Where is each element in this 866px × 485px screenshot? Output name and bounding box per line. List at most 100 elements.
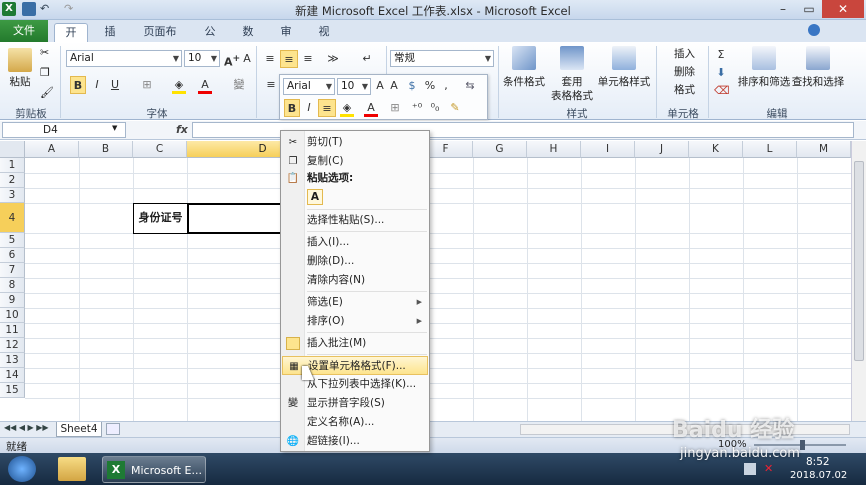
tab-page-layout[interactable]: 页面布局	[132, 23, 188, 56]
cell-styles-icon[interactable]	[612, 46, 636, 70]
name-box-dropdown-icon[interactable]: ▼	[112, 124, 117, 132]
align-bottom-icon[interactable]: ≡	[300, 50, 316, 68]
format-as-table-icon[interactable]	[560, 46, 584, 70]
conditional-formatting-icon[interactable]	[512, 46, 536, 70]
mini-font-select[interactable]: Arial ▼	[283, 78, 335, 95]
format-as-table-label-1[interactable]: 套用	[552, 74, 592, 89]
cut-icon[interactable]: ✂	[40, 46, 49, 59]
row-header[interactable]: 15	[0, 383, 25, 398]
mini-format-painter-icon[interactable]: ⇆	[456, 77, 484, 95]
name-box[interactable]: D4	[2, 122, 126, 138]
column-header[interactable]: B	[79, 141, 133, 158]
orientation-icon[interactable]: ≫	[322, 50, 344, 68]
find-select-icon[interactable]	[806, 46, 830, 70]
close-icon[interactable]: ✕	[822, 0, 864, 18]
mini-font-color-icon[interactable]: A	[364, 99, 378, 117]
column-header[interactable]: I	[581, 141, 635, 158]
align-top-icon[interactable]: ≡	[262, 50, 278, 68]
mini-brush-icon[interactable]: ✎	[448, 99, 462, 117]
phonetic-icon[interactable]: 變	[232, 76, 246, 94]
insert-cells-button[interactable]: 插入	[660, 46, 700, 61]
column-header[interactable]: K	[689, 141, 743, 158]
menu-item-define-name[interactable]: 定义名称(A)...	[282, 413, 428, 432]
mini-italic-button[interactable]: I	[302, 99, 316, 117]
tab-insert[interactable]: 插入	[92, 23, 128, 56]
mini-center-icon[interactable]: ≡	[318, 99, 336, 117]
mini-shrink-font-icon[interactable]: A	[388, 77, 400, 95]
tab-view[interactable]: 视图	[306, 23, 342, 56]
row-header[interactable]: 13	[0, 353, 25, 368]
menu-item-paste-special[interactable]: 选择性粘贴(S)...	[282, 211, 428, 230]
tab-formulas[interactable]: 公式	[192, 23, 228, 56]
autosum-icon[interactable]: Σ	[714, 46, 728, 64]
format-cells-button[interactable]: 格式	[660, 82, 700, 97]
insert-function-button[interactable]: fx	[176, 123, 188, 136]
align-left-icon[interactable]: ≡	[264, 76, 278, 94]
maximize-icon[interactable]: ▭	[796, 0, 822, 18]
row-header[interactable]: 6	[0, 248, 25, 263]
row-header[interactable]: 1	[0, 158, 25, 173]
tab-review[interactable]: 审阅	[268, 23, 304, 56]
fill-icon[interactable]: ⬇	[714, 64, 728, 82]
mini-comma-button[interactable]: ,	[440, 77, 452, 95]
mini-grow-font-icon[interactable]: A	[374, 77, 386, 95]
underline-button[interactable]: U	[108, 76, 122, 94]
help-icon[interactable]	[808, 24, 820, 36]
shrink-font-icon[interactable]: A	[240, 50, 254, 68]
row-header[interactable]: 14	[0, 368, 25, 383]
menu-item-phonetic[interactable]: 變显示拼音字段(S)	[282, 394, 428, 413]
scroll-thumb[interactable]	[854, 161, 864, 361]
clear-icon[interactable]: ⌫	[714, 82, 730, 100]
file-explorer-icon[interactable]	[58, 457, 86, 481]
row-header[interactable]: 2	[0, 173, 25, 188]
mini-decrease-decimal-icon[interactable]: ⁰₀	[428, 99, 442, 117]
bold-button[interactable]: B	[70, 76, 86, 94]
zoom-slider-thumb[interactable]	[800, 440, 805, 450]
menu-item-insert[interactable]: 插入(I)...	[282, 233, 428, 252]
row-header[interactable]: 4	[0, 203, 25, 233]
sheet-tab[interactable]: Sheet4	[56, 422, 102, 437]
row-header[interactable]: 9	[0, 293, 25, 308]
column-header[interactable]: C	[133, 141, 187, 158]
menu-item-hyperlink[interactable]: 🌐 超链接(I)...	[282, 432, 428, 451]
menu-item-filter[interactable]: 筛选(E) ▶	[282, 293, 428, 312]
column-header[interactable]: J	[635, 141, 689, 158]
number-format-select[interactable]: 常规 ▼	[390, 50, 494, 67]
mini-fill-color-icon[interactable]: ◈	[340, 99, 354, 117]
column-header[interactable]: L	[743, 141, 797, 158]
mini-percent-button[interactable]: %	[424, 77, 436, 95]
fill-color-icon[interactable]: ◈	[172, 76, 186, 94]
font-name-select[interactable]: Arial ▼	[66, 50, 182, 67]
worksheet-grid[interactable]: A B C D E F G H I J K L M 1 2 3 4 5 6 7 …	[0, 141, 866, 425]
row-header[interactable]: 7	[0, 263, 25, 278]
grow-font-icon[interactable]: A+	[224, 50, 240, 69]
sort-filter-icon[interactable]	[752, 46, 776, 70]
row-header[interactable]: 5	[0, 233, 25, 248]
column-header[interactable]: M	[797, 141, 851, 158]
menu-item-clear-contents[interactable]: 清除内容(N)	[282, 271, 428, 290]
sort-filter-button[interactable]: 排序和筛选	[734, 74, 794, 89]
tab-data[interactable]: 数据	[230, 23, 266, 56]
conditional-formatting-button[interactable]: 条件格式	[500, 74, 548, 89]
format-as-table-label-2[interactable]: 表格格式	[544, 88, 600, 103]
format-painter-icon[interactable]: 🖌	[40, 86, 54, 99]
border-icon[interactable]: ⊞	[140, 76, 154, 94]
find-select-button[interactable]: 查找和选择	[790, 74, 846, 89]
delete-cells-button[interactable]: 删除	[660, 64, 700, 79]
menu-item-insert-comment[interactable]: 插入批注(M)	[282, 334, 428, 353]
row-header[interactable]: 10	[0, 308, 25, 323]
mini-size-select[interactable]: 10 ▼	[337, 78, 371, 95]
row-header[interactable]: 11	[0, 323, 25, 338]
menu-item-cut[interactable]: ✂ 剪切(T)	[282, 133, 428, 152]
tab-home[interactable]: 开始	[54, 23, 88, 57]
mini-increase-decimal-icon[interactable]: ⁺⁰	[410, 99, 424, 117]
italic-button[interactable]: I	[90, 76, 104, 94]
volume-muted-icon[interactable]: ✕	[764, 463, 776, 475]
font-size-select[interactable]: 10 ▼	[184, 50, 220, 67]
tab-file[interactable]: 文件	[0, 20, 48, 42]
menu-item-delete[interactable]: 删除(D)...	[282, 252, 428, 271]
row-header[interactable]: 12	[0, 338, 25, 353]
minimize-icon[interactable]: –	[770, 0, 796, 18]
row-header[interactable]: 8	[0, 278, 25, 293]
copy-icon[interactable]: ❐	[40, 66, 50, 79]
